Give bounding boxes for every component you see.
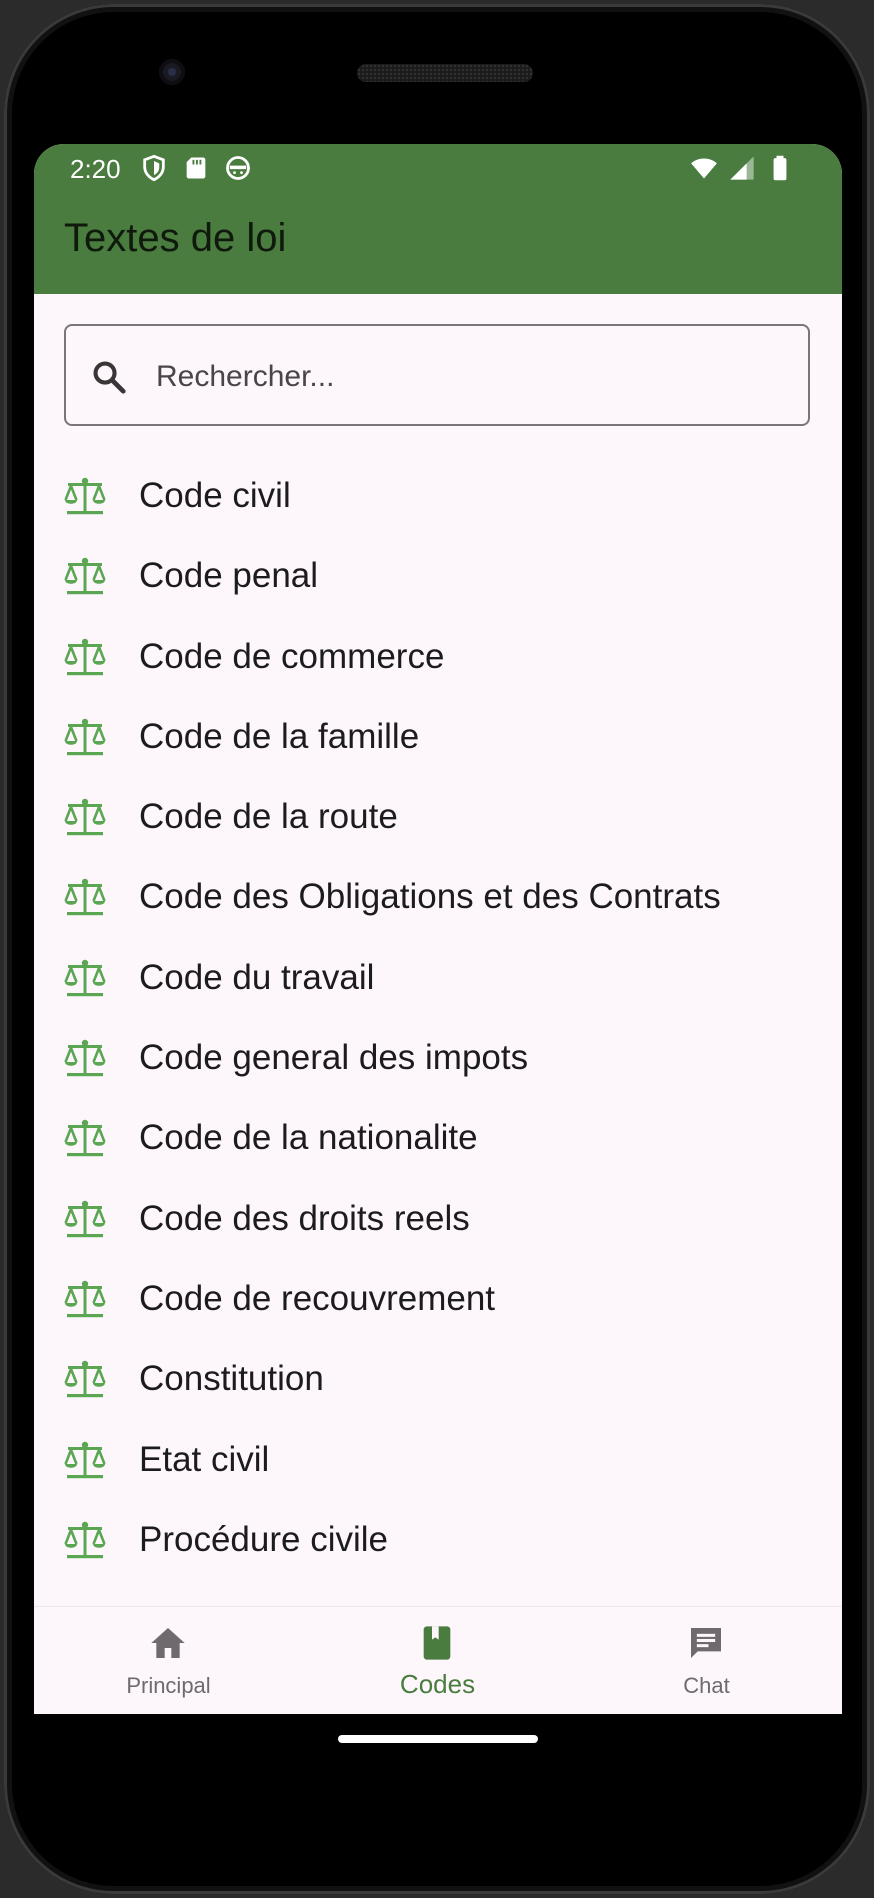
earpiece-speaker — [357, 64, 533, 82]
balance-scale-icon — [64, 1199, 106, 1239]
balance-scale-icon — [64, 958, 106, 998]
app-screen: 2:20 Textes de loi Rechercher... Code ci… — [34, 144, 842, 1714]
list-item[interactable]: Procédure civile — [34, 1500, 842, 1580]
shield-icon — [143, 154, 165, 182]
status-right-icons — [690, 154, 794, 182]
search-box[interactable] — [64, 324, 810, 426]
list-item-label: Code de commerce — [139, 636, 445, 676]
list-item-label: Code civil — [139, 476, 291, 515]
balance-scale-icon — [64, 1038, 106, 1078]
nav-item-label: Codes — [399, 1669, 476, 1699]
status-bar: 2:20 — [34, 144, 842, 194]
list-item[interactable]: Code des droits reels — [34, 1179, 842, 1259]
balance-scale-icon — [64, 1118, 106, 1158]
balance-scale-icon — [64, 1359, 106, 1399]
list-item[interactable]: Code de la route — [34, 777, 842, 857]
page-title: Textes de loi — [64, 216, 287, 260]
front-camera — [159, 59, 185, 85]
list-item-label: Code de la route — [139, 797, 398, 837]
home-indicator[interactable] — [338, 1735, 538, 1743]
search-input[interactable] — [154, 348, 778, 406]
list-item[interactable]: Etat civil — [34, 1420, 842, 1500]
wifi-icon — [691, 158, 717, 179]
chat-icon — [686, 1623, 726, 1663]
balance-scale-icon — [64, 717, 106, 757]
list-item[interactable]: Code penal — [34, 536, 842, 616]
law-code-list: Code civil Code penal Code de commerce C… — [34, 456, 842, 1580]
list-item[interactable]: Code de la famille — [34, 697, 842, 777]
list-item-label: Code de la nationalite — [139, 1118, 478, 1158]
list-item[interactable]: Code de recouvrement — [34, 1259, 842, 1339]
app-bar: Textes de loi — [34, 194, 842, 294]
list-item-label: Etat civil — [139, 1439, 270, 1479]
list-item-label: Code de la famille — [139, 716, 420, 756]
nav-item-codes[interactable]: Codes — [303, 1607, 572, 1714]
list-item-label: Code general des impots — [139, 1038, 529, 1078]
search-icon — [93, 361, 126, 394]
home-icon — [148, 1623, 188, 1663]
nav-item-label: Principal — [126, 1673, 211, 1698]
list-item-label: Code de recouvrement — [139, 1278, 496, 1318]
list-item-label: Procédure civile — [139, 1519, 388, 1559]
status-time: 2:20 — [70, 154, 121, 184]
list-item-label: Code des Obligations et des Contrats — [139, 877, 721, 917]
bottom-navigation: Principal Codes Chat — [34, 1606, 842, 1714]
balance-scale-icon — [64, 877, 106, 917]
status-left-icons — [140, 154, 252, 182]
list-item[interactable]: Code civil — [34, 456, 842, 536]
list-item-label: Code du travail — [139, 957, 375, 997]
nav-item-label: Chat — [683, 1673, 730, 1698]
list-item[interactable]: Code general des impots — [34, 1018, 842, 1098]
balance-scale-icon — [64, 476, 106, 516]
sd-card-icon — [186, 157, 206, 179]
nav-item-principal[interactable]: Principal — [34, 1607, 303, 1714]
list-item-label: Code des droits reels — [139, 1198, 470, 1238]
nav-item-chat[interactable]: Chat — [572, 1607, 841, 1714]
signal-icon — [730, 156, 754, 180]
balance-scale-icon — [64, 1440, 106, 1480]
face-icon — [226, 156, 250, 180]
balance-scale-icon — [64, 637, 106, 677]
list-item-label: Constitution — [139, 1359, 324, 1399]
balance-scale-icon — [64, 1520, 106, 1560]
balance-scale-icon — [64, 1279, 106, 1319]
balance-scale-icon — [64, 797, 106, 837]
list-item[interactable]: Constitution — [34, 1339, 842, 1419]
list-item[interactable]: Code de commerce — [34, 617, 842, 697]
battery-icon — [773, 155, 787, 181]
list-item[interactable]: Code du travail — [34, 938, 842, 1018]
list-item-label: Code penal — [139, 556, 319, 596]
balance-scale-icon — [64, 556, 106, 596]
list-item[interactable]: Code de la nationalite — [34, 1098, 842, 1178]
book-icon — [417, 1623, 457, 1663]
list-item[interactable]: Code des Obligations et des Contrats — [34, 857, 842, 937]
